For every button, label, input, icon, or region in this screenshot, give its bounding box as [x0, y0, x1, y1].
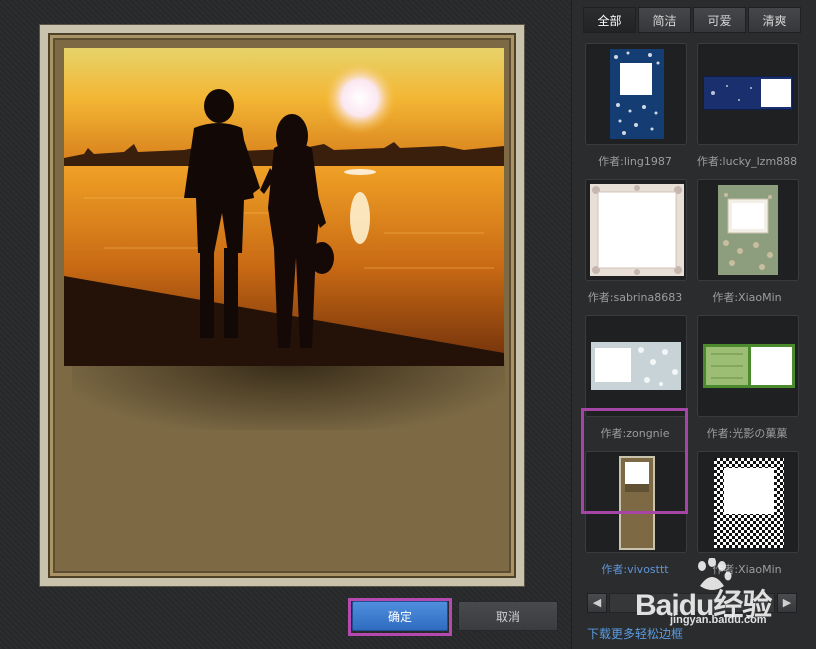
next-page-button[interactable]: ▶	[777, 593, 797, 613]
frame-thumbnail	[703, 344, 795, 388]
preview-photo	[64, 48, 504, 366]
photo-shadow	[72, 360, 505, 430]
prev-page-button[interactable]: ◀	[587, 593, 607, 613]
frame-thumbnail	[703, 76, 793, 110]
category-tabs: 全部 简洁 可爱 清爽	[583, 7, 801, 33]
frame-thumbnail	[590, 184, 684, 276]
frame-preview	[40, 25, 524, 586]
frame-author: 作者:ling1987	[598, 155, 672, 168]
frame-author: 作者:XiaoMin	[712, 563, 782, 576]
pager: ◀ ▶	[587, 593, 797, 613]
frame-tile[interactable]	[585, 43, 687, 145]
frame-inner-panel	[48, 33, 516, 578]
frame-selector-panel: 全部 简洁 可爱 清爽 作者:ling1987 作者:lucky_lzm888 …	[571, 0, 816, 649]
pager-track	[609, 593, 775, 613]
frame-thumbnail	[610, 49, 664, 139]
frame-author: 作者:vivosttt	[601, 563, 669, 576]
frame-tile[interactable]	[585, 315, 687, 417]
tab-simple[interactable]: 简洁	[638, 7, 691, 33]
frame-thumbnail	[591, 342, 681, 390]
frame-tile[interactable]	[697, 451, 799, 553]
tab-all[interactable]: 全部	[583, 7, 636, 33]
confirm-button[interactable]: 确定	[352, 601, 448, 631]
frame-tile[interactable]	[697, 315, 799, 417]
cancel-button[interactable]: 取消	[458, 601, 558, 631]
tab-fresh[interactable]: 清爽	[748, 7, 801, 33]
sunset-couple-image	[64, 48, 504, 366]
frame-author: 作者:XiaoMin	[712, 291, 782, 304]
frame-thumbnail	[718, 185, 778, 275]
frame-tile[interactable]	[585, 179, 687, 281]
frame-author: 作者:sabrina8683	[587, 291, 683, 304]
frame-tile[interactable]	[697, 43, 799, 145]
frame-tile[interactable]	[697, 179, 799, 281]
tab-cute[interactable]: 可爱	[693, 7, 746, 33]
frame-thumbnail	[714, 458, 784, 548]
selected-frame-highlight	[581, 408, 688, 514]
download-more-frames-link[interactable]: 下载更多轻松边框	[587, 625, 683, 642]
frame-author: 作者:光影の菓菓	[706, 427, 788, 440]
frame-author: 作者:lucky_lzm888	[696, 155, 798, 168]
